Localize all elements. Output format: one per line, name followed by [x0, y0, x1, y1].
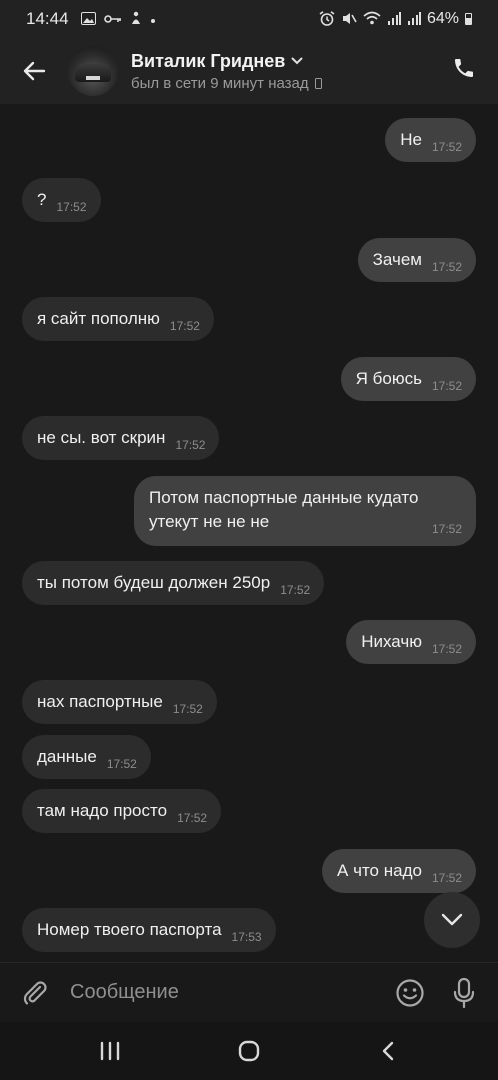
more-notifications-dot-icon	[150, 13, 156, 26]
recents-icon	[100, 1041, 119, 1061]
message-text: Номер твоего паспорта	[37, 920, 222, 939]
message-time: 17:52	[431, 871, 462, 885]
chat-header: Виталик Гриднев был в сети 9 минут назад	[0, 38, 498, 104]
message-outgoing[interactable]: Не 17:52	[385, 118, 476, 162]
message-time: 17:52	[175, 438, 206, 452]
message-time: 17:52	[169, 319, 200, 333]
last-seen-status: был в сети 9 минут назад	[131, 74, 309, 92]
contact-status-row: был в сети 9 минут назад	[131, 75, 322, 92]
message-time: 17:52	[106, 757, 137, 771]
nav-recents-button[interactable]	[80, 1022, 140, 1080]
message-time: 17:52	[431, 379, 462, 393]
message-text: Я боюсь	[355, 369, 422, 388]
status-time: 14:44	[26, 9, 69, 28]
signal-1-icon	[387, 11, 401, 27]
nav-back-button[interactable]	[358, 1022, 418, 1080]
message-outgoing[interactable]: Потом паспортные данные кудато утекут не…	[134, 476, 476, 546]
message-time: 17:52	[431, 140, 462, 154]
app-notification-icon	[130, 11, 142, 27]
message-text: я сайт пополню	[37, 309, 160, 328]
battery-percent: 64%	[426, 10, 459, 27]
contact-name-row: Виталик Гриднев	[131, 51, 322, 72]
contact-info[interactable]: Виталик Гриднев был в сети 9 минут назад	[131, 51, 322, 92]
call-button[interactable]	[452, 56, 482, 86]
message-incoming[interactable]: ? 17:52	[22, 178, 101, 222]
emoji-button[interactable]	[384, 963, 436, 1023]
message-incoming[interactable]: я сайт пополню 17:52	[22, 297, 214, 341]
message-input[interactable]	[70, 970, 384, 1015]
paperclip-icon	[23, 980, 47, 1004]
message-text: нах паспортные	[37, 692, 163, 711]
message-incoming[interactable]: там надо просто 17:52	[22, 789, 222, 833]
message-incoming[interactable]: не сы. вот скрин 17:52	[22, 416, 220, 460]
message-incoming[interactable]: Номер твоего паспорта 17:53	[22, 908, 276, 952]
battery-icon	[465, 13, 472, 25]
mobile-device-icon	[314, 77, 322, 89]
status-bar: 14:44 64%	[0, 0, 498, 38]
home-icon	[238, 1040, 260, 1062]
message-incoming[interactable]: данные 17:52	[22, 735, 151, 779]
message-outgoing[interactable]: А что надо 17:52	[322, 849, 476, 893]
chevron-down-icon	[441, 913, 463, 926]
key-icon	[103, 13, 122, 26]
message-time: 17:52	[431, 522, 462, 536]
scroll-down-button[interactable]	[424, 892, 480, 948]
message-outgoing[interactable]: Зачем 17:52	[357, 238, 476, 282]
arrow-left-icon	[23, 61, 46, 81]
nav-back-icon	[383, 1041, 394, 1061]
message-text: Нихачю	[361, 632, 422, 651]
avatar[interactable]	[68, 46, 118, 96]
message-text: Потом паспортные данные кудато утекут не…	[149, 488, 419, 531]
message-time: 17:52	[431, 642, 462, 656]
message-time: 17:52	[172, 702, 203, 716]
message-incoming[interactable]: нах паспортные 17:52	[22, 680, 217, 724]
mute-icon	[341, 11, 357, 28]
avatar-plate	[86, 76, 100, 80]
status-left: 14:44	[26, 9, 156, 29]
nav-home-button[interactable]	[219, 1022, 279, 1080]
message-text: А что надо	[337, 861, 422, 880]
status-right: 64%	[319, 10, 472, 28]
message-text: там надо просто	[37, 801, 168, 820]
message-time: 17:52	[280, 583, 311, 597]
alarm-icon	[319, 10, 335, 28]
gallery-notification-icon	[80, 11, 96, 27]
chat-screen: 14:44 64% Виталик Гриднев был в сети 9 м…	[0, 0, 498, 1080]
voice-message-button[interactable]	[436, 963, 492, 1023]
message-text: ?	[37, 190, 47, 209]
phone-icon	[455, 59, 473, 77]
message-text: Не	[400, 130, 422, 149]
system-nav-bar	[0, 1022, 498, 1080]
message-outgoing[interactable]: Нихачю 17:52	[346, 620, 476, 664]
signal-2-icon	[407, 11, 421, 27]
contact-name: Виталик Гриднев	[131, 50, 286, 71]
message-time: 17:52	[177, 811, 208, 825]
smile-icon	[396, 978, 424, 1007]
message-outgoing[interactable]: Я боюсь 17:52	[340, 357, 476, 401]
wifi-icon	[363, 11, 381, 27]
microphone-icon	[453, 977, 475, 1008]
message-text: не сы. вот скрин	[37, 428, 166, 447]
attach-button[interactable]	[0, 963, 70, 1023]
chevron-down-icon	[291, 57, 303, 65]
message-time: 17:53	[231, 930, 262, 944]
message-text: ты потом будеш должен 250р	[37, 573, 271, 592]
message-time: 17:52	[56, 200, 87, 214]
message-time: 17:52	[431, 260, 462, 274]
message-incoming[interactable]: ты потом будеш должен 250р 17:52	[22, 561, 325, 605]
message-composer	[0, 962, 498, 1022]
back-button[interactable]	[0, 38, 68, 104]
message-text: Зачем	[372, 250, 422, 269]
message-text: данные	[37, 747, 97, 766]
